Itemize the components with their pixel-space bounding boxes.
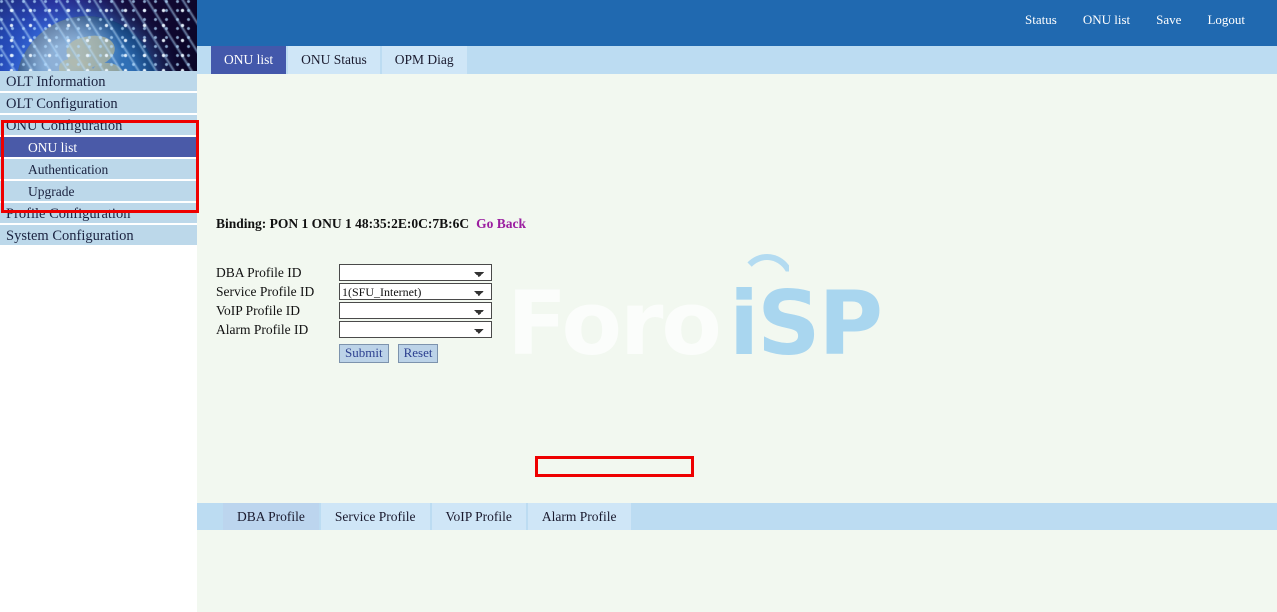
sidebar-item-olt-configuration[interactable]: OLT Configuration — [0, 93, 197, 115]
fiber-dots — [0, 0, 197, 71]
label-alarm-profile-id: Alarm Profile ID — [216, 322, 339, 338]
form-row-voip-profile-id: VoIP Profile ID — [216, 301, 1277, 320]
header-nav: Status ONU list Save Logout — [1025, 12, 1257, 28]
sidebar-item-onu-list[interactable]: ONU list — [0, 137, 197, 159]
tab-onu-status[interactable]: ONU Status — [288, 46, 380, 74]
sidebar-item-olt-information[interactable]: OLT Information — [0, 71, 197, 93]
tab-alarm-profile[interactable]: Alarm Profile — [528, 503, 631, 530]
service-profile-highlight-box — [535, 456, 694, 477]
header-link-logout[interactable]: Logout — [1207, 12, 1257, 28]
sidebar-nav: OLT Information OLT Configuration ONU Co… — [0, 71, 197, 247]
sidebar-item-upgrade[interactable]: Upgrade — [0, 181, 197, 203]
top-header-bar: Status ONU list Save Logout — [197, 0, 1277, 46]
form-row-service-profile-id: Service Profile ID 1(SFU_Internet) — [216, 282, 1277, 301]
header-link-status[interactable]: Status — [1025, 12, 1083, 28]
label-dba-profile-id: DBA Profile ID — [216, 265, 339, 281]
logo-banner — [0, 0, 197, 71]
content-pane: Foro iSP Binding: PON 1 ONU 1 48:35:2E:0… — [197, 74, 1277, 612]
page-root: Status ONU list Save Logout ONU list ONU… — [0, 0, 1277, 612]
form-buttons: Submit Reset — [216, 344, 1277, 363]
label-voip-profile-id: VoIP Profile ID — [216, 303, 339, 319]
header-link-onu-list[interactable]: ONU list — [1083, 12, 1156, 28]
sidebar-item-profile-configuration[interactable]: Profile Configuration — [0, 203, 197, 225]
primary-tab-strip: ONU list ONU Status OPM Diag — [197, 46, 1277, 74]
tab-service-profile[interactable]: Service Profile — [321, 503, 430, 530]
dba-profile-panel: DBA Profile Information Profile ID Key V… — [197, 557, 1277, 602]
sidebar-item-onu-configuration[interactable]: ONU Configuration — [0, 115, 197, 137]
label-service-profile-id: Service Profile ID — [216, 284, 339, 300]
form-row-dba-profile-id: DBA Profile ID — [216, 263, 1277, 282]
dba-profile-id-select[interactable] — [339, 264, 492, 281]
sidebar-item-system-configuration[interactable]: System Configuration — [0, 225, 197, 247]
secondary-tabs: DBA Profile Service Profile VoIP Profile… — [223, 503, 633, 530]
tab-dba-profile[interactable]: DBA Profile — [223, 503, 319, 530]
sidebar-item-authentication[interactable]: Authentication — [0, 159, 197, 181]
tab-onu-list[interactable]: ONU list — [211, 46, 286, 74]
go-back-link[interactable]: Go Back — [476, 216, 526, 231]
form-row-alarm-profile-id: Alarm Profile ID — [216, 320, 1277, 339]
secondary-tab-strip: DBA Profile Service Profile VoIP Profile… — [197, 503, 1277, 530]
binding-text: Binding: PON 1 ONU 1 48:35:2E:0C:7B:6C — [216, 216, 469, 231]
submit-button[interactable]: Submit — [339, 344, 389, 363]
header-link-save[interactable]: Save — [1156, 12, 1207, 28]
tab-opm-diag[interactable]: OPM Diag — [382, 46, 467, 74]
primary-tabs: ONU list ONU Status OPM Diag — [211, 46, 469, 74]
binding-info: Binding: PON 1 ONU 1 48:35:2E:0C:7B:6C Go… — [216, 216, 1277, 232]
tab-voip-profile[interactable]: VoIP Profile — [432, 503, 526, 530]
reset-button[interactable]: Reset — [398, 344, 439, 363]
alarm-profile-id-select[interactable] — [339, 321, 492, 338]
voip-profile-id-select[interactable] — [339, 302, 492, 319]
service-profile-id-select[interactable]: 1(SFU_Internet) — [339, 283, 492, 300]
profile-binding-form: DBA Profile ID Service Profile ID 1(SFU_… — [216, 263, 1277, 363]
